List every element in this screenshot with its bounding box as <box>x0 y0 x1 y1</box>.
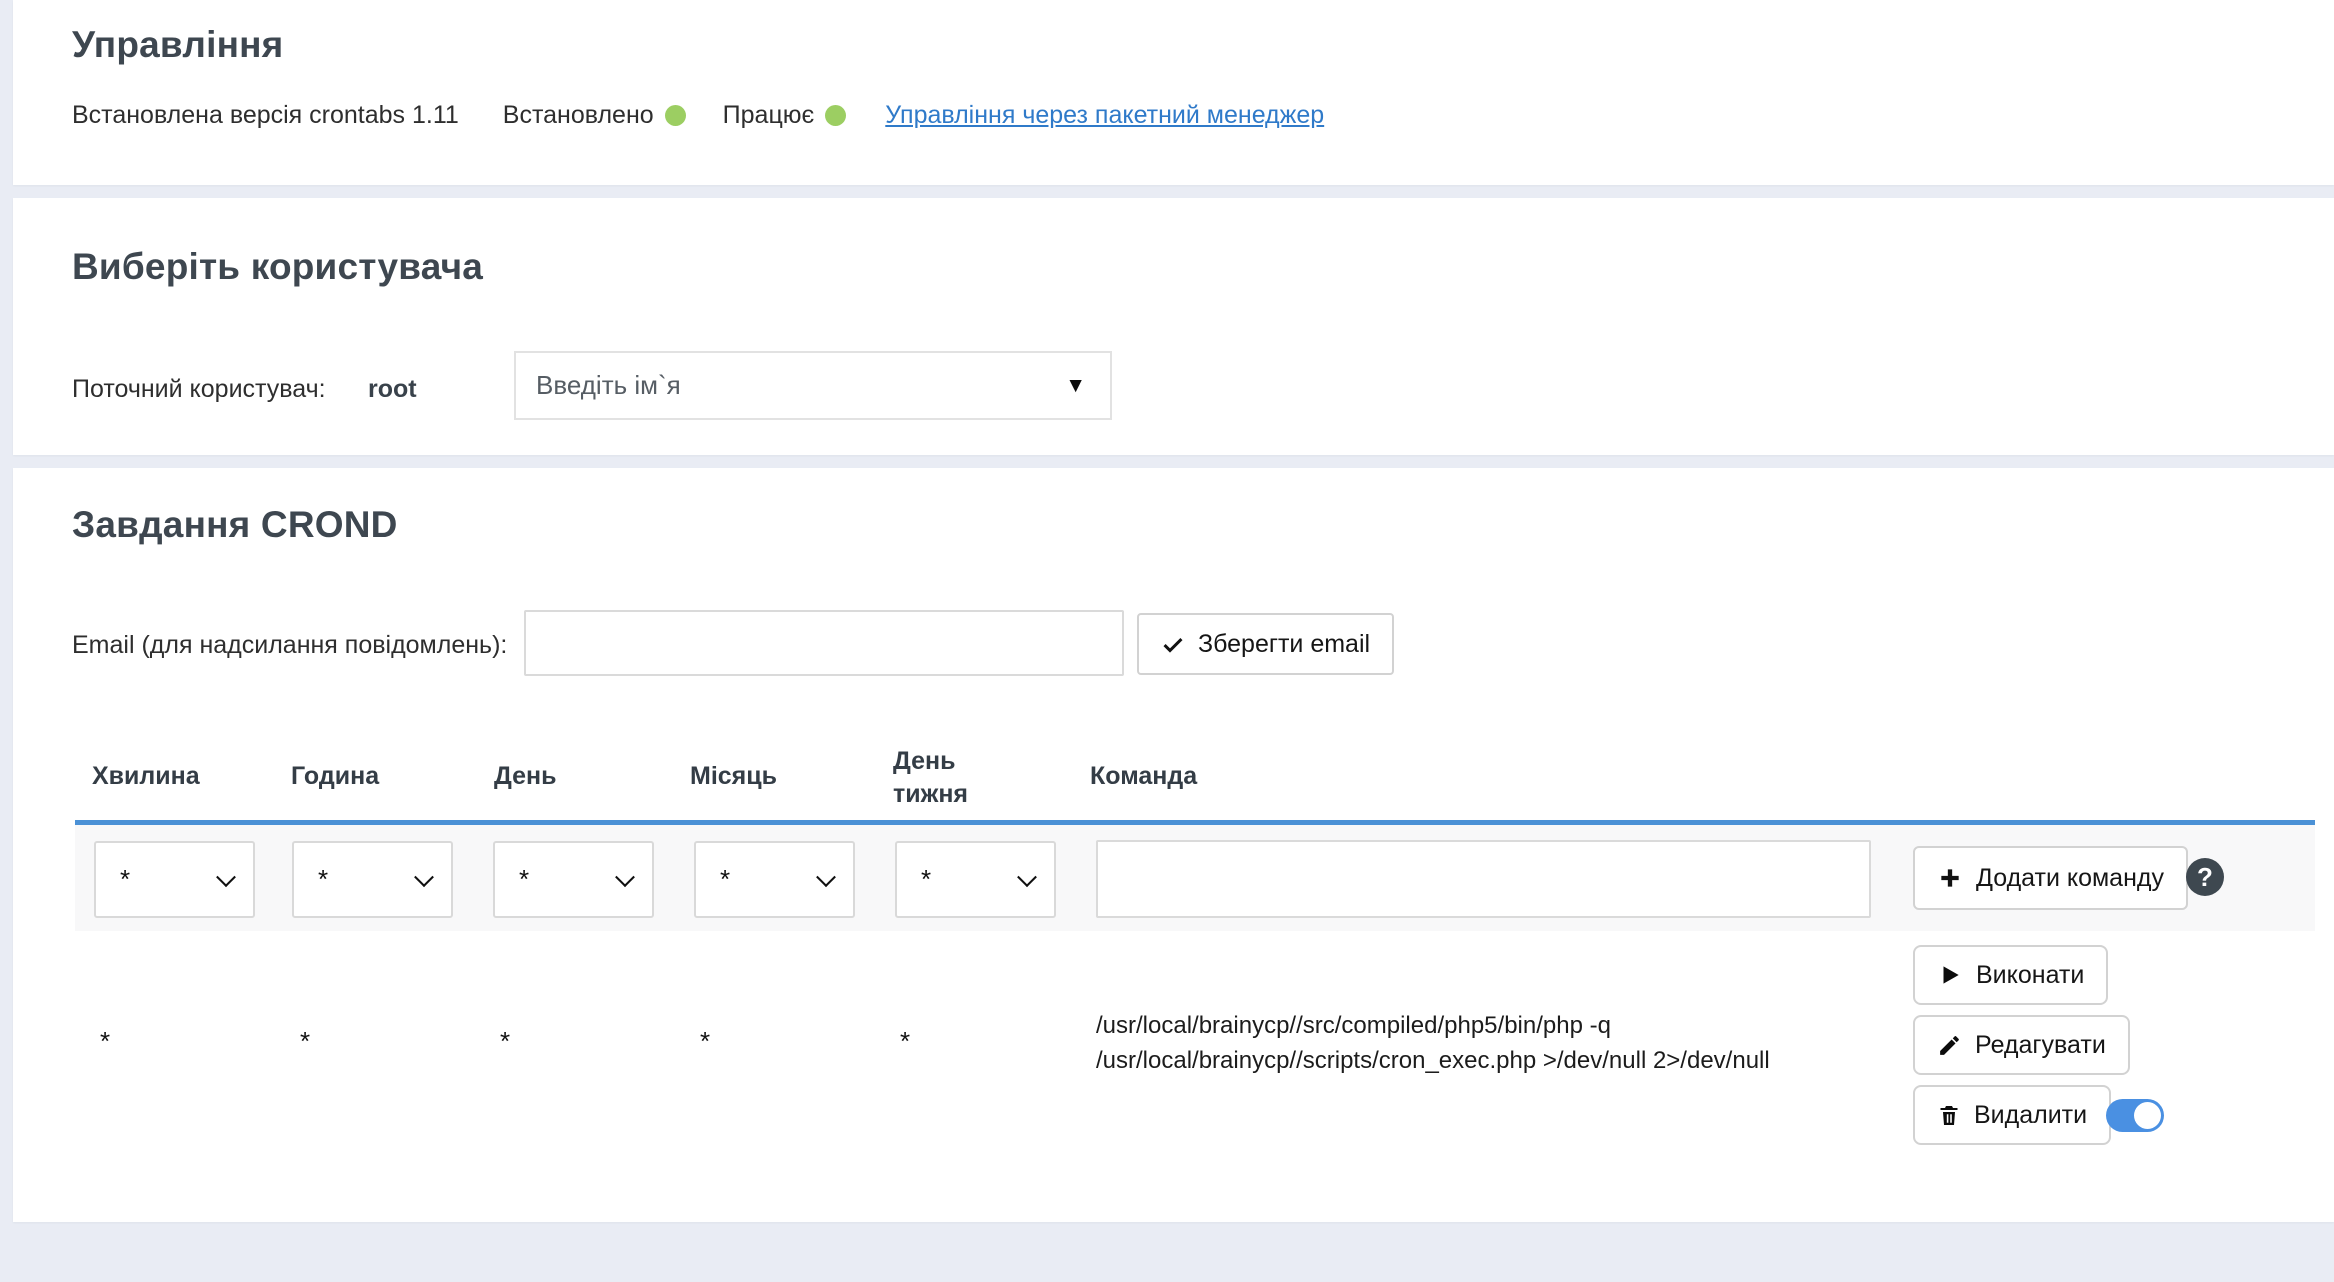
edit-task-button[interactable]: Редагувати <box>1913 1015 2130 1075</box>
current-user-label: Поточний користувач: <box>72 375 326 404</box>
crond-tasks-panel: Завдання CROND Email (для надсилання пов… <box>13 468 2334 1222</box>
month-select[interactable]: * <box>694 841 855 918</box>
task-hour-cell: * <box>300 1026 310 1057</box>
run-task-label: Виконати <box>1976 961 2084 990</box>
task-command-text: /usr/local/brainycp//src/compiled/php5/b… <box>1096 1008 1908 1078</box>
caret-down-icon <box>1065 375 1086 396</box>
hour-select[interactable]: * <box>292 841 453 918</box>
add-command-button[interactable]: Додати команду <box>1913 846 2188 910</box>
management-panel: Управління Встановлена версія crontabs 1… <box>13 0 2334 185</box>
column-header-month: Місяць <box>690 762 777 791</box>
minute-select-value: * <box>120 864 130 895</box>
management-title: Управління <box>72 24 283 66</box>
status-row: Встановлена версія crontabs 1.11 Встанов… <box>72 100 1324 130</box>
edit-task-label: Редагувати <box>1975 1031 2106 1060</box>
chevron-down-icon <box>216 867 236 887</box>
email-input[interactable] <box>524 610 1124 676</box>
email-label: Email (для надсилання повідомлень): <box>72 631 507 660</box>
column-header-command: Команда <box>1090 762 1197 791</box>
save-email-button[interactable]: Зберегти email <box>1137 613 1394 675</box>
delete-task-label: Видалити <box>1974 1101 2087 1130</box>
task-minute-cell: * <box>100 1026 110 1057</box>
current-user-value: root <box>368 375 417 404</box>
weekday-select[interactable]: * <box>895 841 1056 918</box>
run-task-button[interactable]: Виконати <box>1913 945 2108 1005</box>
delete-task-button[interactable]: Видалити <box>1913 1085 2111 1145</box>
running-status: Працює <box>723 101 847 130</box>
column-header-weekday: День тижня <box>893 745 1015 811</box>
running-status-label: Працює <box>723 101 815 130</box>
installed-status: Встановлено <box>503 101 686 130</box>
command-input[interactable] <box>1096 840 1871 918</box>
running-status-green-dot-icon <box>825 105 846 126</box>
check-icon <box>1161 632 1185 656</box>
hour-select-value: * <box>318 864 328 895</box>
month-select-value: * <box>720 864 730 895</box>
task-day-cell: * <box>500 1026 510 1057</box>
add-command-label: Додати команду <box>1976 864 2164 893</box>
column-header-day: День <box>494 762 557 791</box>
toggle-knob <box>2134 1102 2161 1129</box>
crond-title: Завдання CROND <box>72 504 398 546</box>
user-select-dropdown[interactable]: Введіть ім`я <box>514 351 1112 420</box>
play-icon <box>1937 962 1963 988</box>
installed-version-text: Встановлена версія crontabs 1.11 <box>72 101 459 130</box>
chevron-down-icon <box>1017 867 1037 887</box>
chevron-down-icon <box>615 867 635 887</box>
column-header-minute: Хвилина <box>92 762 200 791</box>
package-manager-link[interactable]: Управління через пакетний менеджер <box>885 101 1324 130</box>
save-email-label: Зберегти email <box>1198 630 1370 659</box>
chevron-down-icon <box>414 867 434 887</box>
select-user-title: Виберіть користувача <box>72 246 483 288</box>
installed-status-green-dot-icon <box>665 105 686 126</box>
minute-select[interactable]: * <box>94 841 255 918</box>
select-user-panel: Виберіть користувача Поточний користувач… <box>13 198 2334 455</box>
plus-icon <box>1937 865 1963 891</box>
user-select-placeholder: Введіть ім`я <box>536 370 681 401</box>
chevron-down-icon <box>816 867 836 887</box>
help-icon[interactable]: ? <box>2186 858 2224 896</box>
day-select-value: * <box>519 864 529 895</box>
column-header-hour: Година <box>291 762 379 791</box>
trash-icon <box>1937 1103 1961 1127</box>
pencil-icon <box>1937 1033 1962 1058</box>
day-select[interactable]: * <box>493 841 654 918</box>
task-enabled-toggle[interactable] <box>2106 1099 2164 1132</box>
task-weekday-cell: * <box>900 1026 910 1057</box>
installed-status-label: Встановлено <box>503 101 654 130</box>
weekday-select-value: * <box>921 864 931 895</box>
task-month-cell: * <box>700 1026 710 1057</box>
